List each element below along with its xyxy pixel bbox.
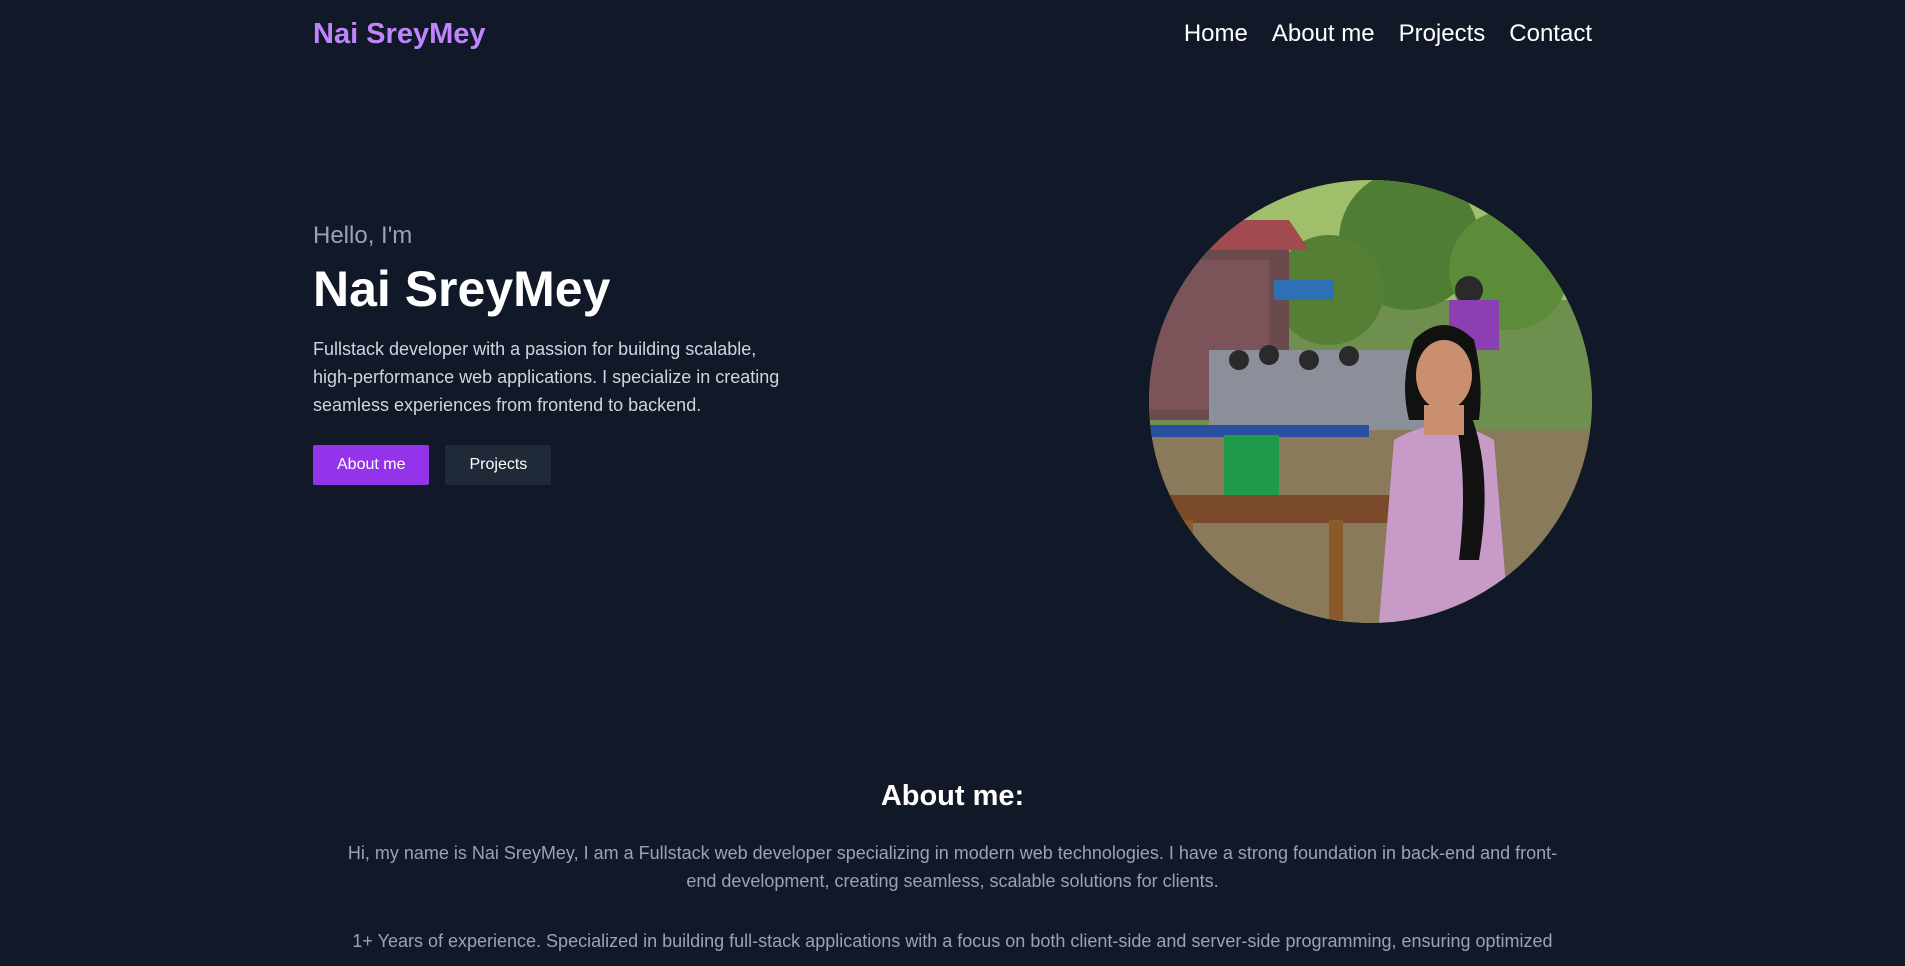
profile-photo-illustration (1149, 180, 1592, 623)
brand-logo[interactable]: Nai SreyMey (313, 18, 486, 51)
portfolio-page: Nai SreyMey Home About me Projects Conta… (0, 0, 1905, 966)
about-title: About me: (880, 780, 1025, 812)
nav-projects[interactable]: Projects (1399, 20, 1486, 48)
nav-contact[interactable]: Contact (1509, 20, 1592, 48)
profile-photo (1149, 180, 1592, 623)
hero-greeting: Hello, I'm (313, 222, 413, 249)
hero-description: Fullstack developer with a passion for b… (313, 339, 780, 415)
hero-name: Nai SreyMey (313, 261, 611, 317)
about-me-button[interactable]: About me (313, 445, 430, 485)
main-nav: Home About me Projects Contact (1184, 20, 1592, 48)
projects-button[interactable]: Projects (445, 445, 552, 485)
about-paragraph: Hi, my name is Nai SreyMey, I am a Fulls… (347, 843, 1558, 891)
about-paragraph: 1+ Years of experience. Specialized in b… (352, 931, 1553, 951)
hero-section: Hello, I'm Nai SreyMey Fullstack develop… (313, 222, 793, 485)
site-header: Nai SreyMey Home About me Projects Conta… (313, 0, 1592, 68)
about-section: About me: Hi, my name is Nai SreyMey, I … (313, 780, 1592, 955)
nav-about[interactable]: About me (1272, 20, 1375, 48)
hero-buttons: About me Projects (313, 445, 793, 485)
nav-home[interactable]: Home (1184, 20, 1248, 48)
